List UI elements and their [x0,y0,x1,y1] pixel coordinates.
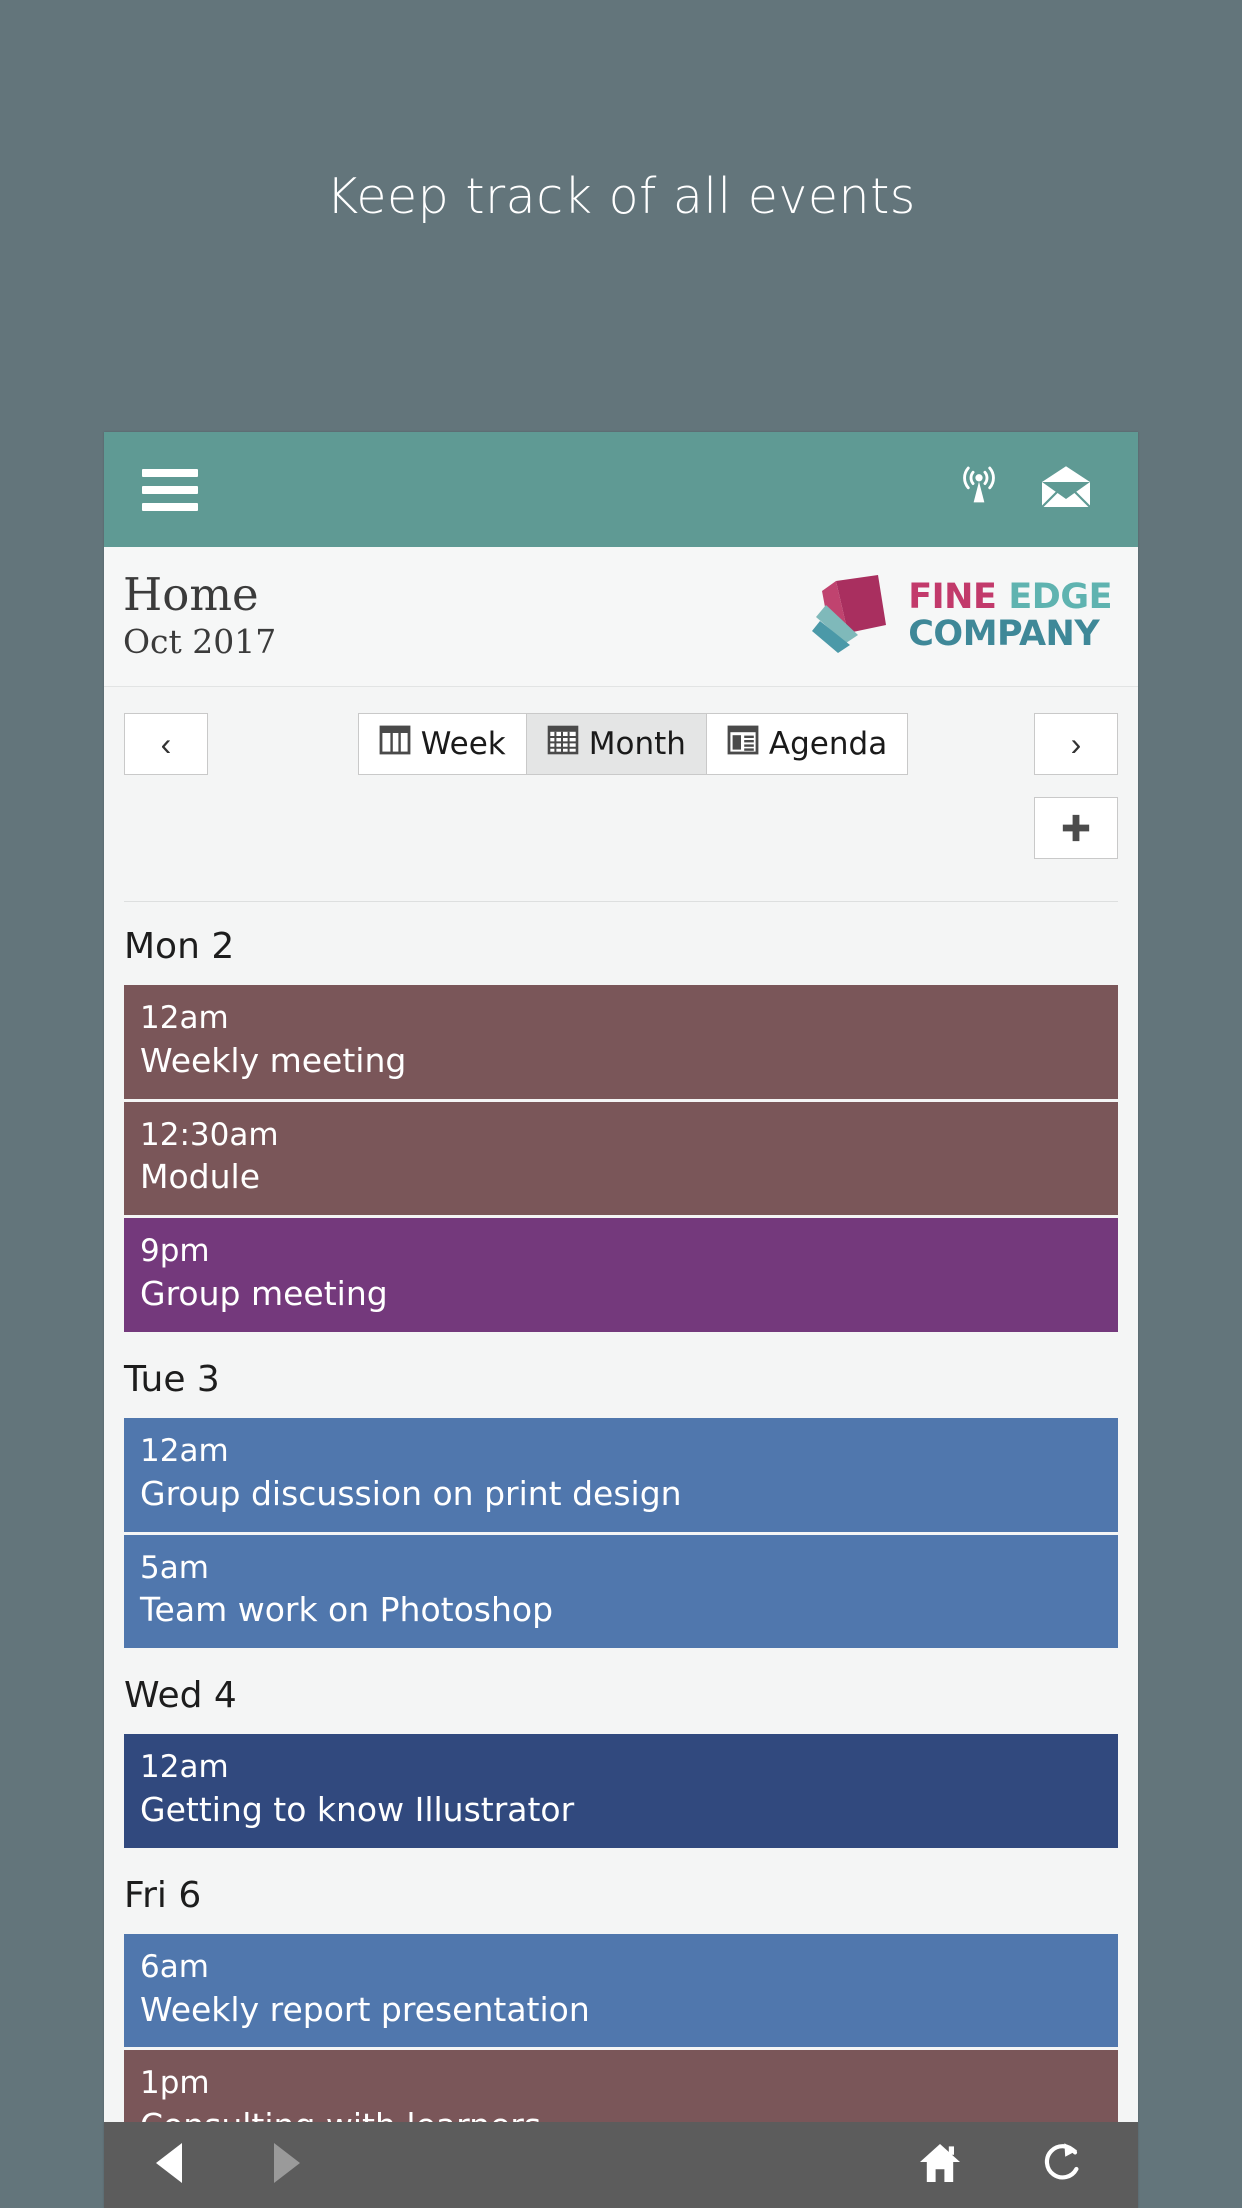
event-time: 12am [140,1000,229,1036]
tab-month-label: Month [588,726,686,762]
tab-week-label: Week [420,726,506,762]
back-arrow-icon[interactable] [150,2140,190,2191]
calendar-toolbar: ‹ Week Month Agenda › [104,687,1138,902]
view-switch-group: Week Month Agenda [357,713,909,775]
envelope-mail-icon[interactable] [1040,465,1092,514]
event-time: 9pm [140,1233,210,1270]
add-event-row [124,797,1118,859]
event-title: Team work on Photoshop [140,1590,554,1630]
event-item[interactable]: 12am Weekly meeting [124,985,1118,1099]
app-screen: Home Oct 2017 FINE EDGE COMPANY ‹ Week M… [104,432,1138,2208]
event-title: Weekly report presentation [140,1989,590,2029]
tab-month[interactable]: Month [526,714,707,774]
event-title: Group meeting [140,1274,388,1314]
hamburger-bar [142,468,198,477]
tab-week[interactable]: Week [358,714,527,774]
tab-agenda[interactable]: Agenda [706,714,908,774]
page-title: Home [123,568,259,622]
promo-headline: Keep track of all events [326,168,916,225]
event-time: 12am [140,1432,229,1469]
brand-word-edge: EDGE [1008,577,1112,618]
hamburger-bar [142,485,198,494]
event-title: Group discussion on print design [140,1473,682,1513]
toolbar-row: ‹ Week Month Agenda › [124,713,1118,775]
brand-wordmark: FINE EDGE COMPANY [908,577,1112,654]
day-label: Tue 3 [124,1358,220,1400]
broadcast-antenna-icon[interactable] [956,464,1002,515]
event-title: Getting to know Illustrator [140,1789,575,1829]
event-item[interactable]: 12am Group discussion on print design [124,1417,1118,1532]
agenda-list: Mon 2 12am Weekly meeting 12:30am Module… [104,902,1138,2165]
brand-line-1: FINE EDGE [908,577,1112,618]
forward-arrow-icon[interactable] [266,2140,306,2191]
day-group: Wed 4 12am Getting to know Illustrator [104,1651,1138,1848]
plus-icon [1062,814,1090,842]
day-group: Tue 3 12am Group discussion on print des… [104,1335,1138,1649]
system-bar-left [150,2140,306,2191]
stacked-books-logo-icon [806,571,898,662]
brand-word-company: COMPANY [908,614,1100,654]
event-item[interactable]: 6am Weekly report presentation [124,1933,1118,2048]
month-grid-icon [547,724,579,764]
week-view-icon [379,724,411,764]
event-item[interactable]: 5am Team work on Photoshop [124,1534,1118,1649]
page-subtitle: Oct 2017 [123,621,277,661]
event-time: 12:30am [140,1116,279,1153]
refresh-icon[interactable] [1042,2140,1084,2191]
title-block: Home Oct 2017 [122,571,806,662]
brand-logo: FINE EDGE COMPANY [806,571,1118,662]
day-label: Fri 6 [124,1874,202,1916]
app-bar [104,432,1138,547]
brand-word-fine: FINE [908,577,997,618]
day-group: Mon 2 12am Weekly meeting 12:30am Module… [104,902,1138,1332]
next-period-button[interactable]: › [1033,713,1118,775]
event-time: 6am [140,1948,209,1985]
day-label: Mon 2 [124,926,235,967]
event-title: Module [140,1157,260,1197]
event-time: 12am [140,1749,229,1786]
prev-period-button[interactable]: ‹ [124,713,208,775]
event-title: Weekly meeting [140,1040,407,1080]
hamburger-menu-icon[interactable] [142,468,198,511]
event-time: 1pm [140,2065,210,2102]
system-navigation-bar [104,2122,1138,2208]
system-bar-right [918,2140,1092,2191]
event-item[interactable]: 12:30am Module [124,1101,1118,1216]
day-label: Wed 4 [124,1675,237,1717]
hamburger-bar [142,502,198,511]
event-time: 5am [140,1549,209,1586]
add-event-button[interactable] [1034,797,1118,859]
agenda-list-icon [727,724,759,764]
app-bar-actions [956,464,1092,515]
tab-agenda-label: Agenda [768,726,888,762]
event-item[interactable]: 9pm Group meeting [124,1218,1118,1332]
day-group: Fri 6 6am Weekly report presentation 1pm… [104,1851,1138,2165]
title-bar: Home Oct 2017 FINE EDGE COMPANY [104,547,1138,687]
event-item[interactable]: 12am Getting to know Illustrator [124,1734,1118,1848]
toolbar-divider [124,901,1118,902]
home-icon[interactable] [918,2142,962,2189]
